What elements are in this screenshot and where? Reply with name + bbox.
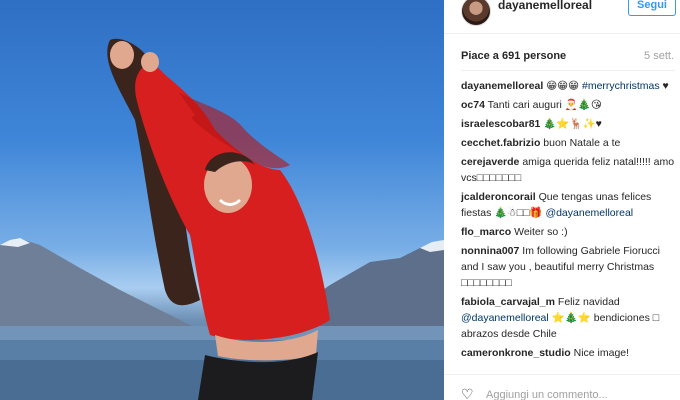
comment-item: flo_marco Weiter so :) (461, 224, 675, 240)
post-header: dayanemelloreal Segui (444, 0, 680, 34)
comment-link[interactable]: @dayanemelloreal (545, 207, 633, 219)
comment-item: fabiola_carvajal_m Feliz navidad @dayane… (461, 294, 675, 342)
comment-text: Nice image! (573, 347, 630, 359)
likes-count[interactable]: Piace a 691 persone (461, 50, 566, 62)
follow-button[interactable]: Segui (628, 0, 676, 16)
comment-item: cecchet.fabrizio buon Natale a te (461, 135, 675, 151)
post-age[interactable]: 5 sett. (644, 50, 674, 62)
comment-text: 😁😁😁 (546, 80, 580, 92)
comment-username[interactable]: flo_marco (461, 226, 511, 238)
comment-text: Tanti cari auguri 🎅🎄😘 (487, 99, 602, 111)
post-photo[interactable] (0, 0, 444, 400)
add-comment-input[interactable]: Aggiungi un commento... (486, 389, 608, 400)
comment-username[interactable]: oc74 (461, 99, 485, 111)
comment-link[interactable]: @dayanemelloreal (461, 312, 549, 324)
comment-username[interactable]: jcalderoncorail (461, 191, 536, 203)
comment-item: cameronkrone_studio Nice image! (461, 345, 675, 361)
comment-text: Feliz navidad (557, 296, 620, 308)
comment-username[interactable]: cecchet.fabrizio (461, 137, 540, 149)
comment-item: israelescobar81 🎄⭐🦌✨♥ (461, 116, 675, 132)
comment-item: oc74 Tanti cari auguri 🎅🎄😘 (461, 97, 675, 113)
comment-username[interactable]: dayanemelloreal (461, 80, 543, 92)
post-username[interactable]: dayanemelloreal (498, 0, 592, 12)
comment-username[interactable]: israelescobar81 (461, 118, 540, 130)
post-footer: ♡ Aggiungi un commento... (444, 374, 680, 400)
comments-list: dayanemelloreal 😁😁😁 #merrychristmas ♥ oc7… (461, 78, 675, 364)
divider (461, 70, 675, 71)
avatar[interactable] (461, 0, 491, 26)
comment-username[interactable]: fabiola_carvajal_m (461, 296, 555, 308)
comment-username[interactable]: cameronkrone_studio (461, 347, 571, 359)
comment-link[interactable]: #merrychristmas (582, 80, 660, 92)
post-panel: dayanemelloreal Segui Piace a 691 person… (444, 0, 680, 400)
comment-username[interactable]: cerejaverde (461, 156, 519, 168)
like-heart-icon[interactable]: ♡ (461, 387, 474, 400)
photo-scene (0, 38, 444, 400)
comment-item: jcalderoncorail Que tengas unas felices … (461, 189, 675, 221)
comment-text-after: ♥ (662, 80, 669, 92)
comment-text: buon Natale a te (543, 137, 621, 149)
comment-text: 🎄⭐🦌✨♥ (543, 118, 602, 130)
comment-username[interactable]: nonnina007 (461, 245, 519, 257)
comment-text: Weiter so :) (514, 226, 568, 238)
comment-item: nonnina007 Im following Gabriele Fiorucc… (461, 243, 675, 291)
comment-item: dayanemelloreal 😁😁😁 #merrychristmas ♥ (461, 78, 675, 94)
comment-item: cerejaverde amiga querida feliz natal!!!… (461, 154, 675, 186)
